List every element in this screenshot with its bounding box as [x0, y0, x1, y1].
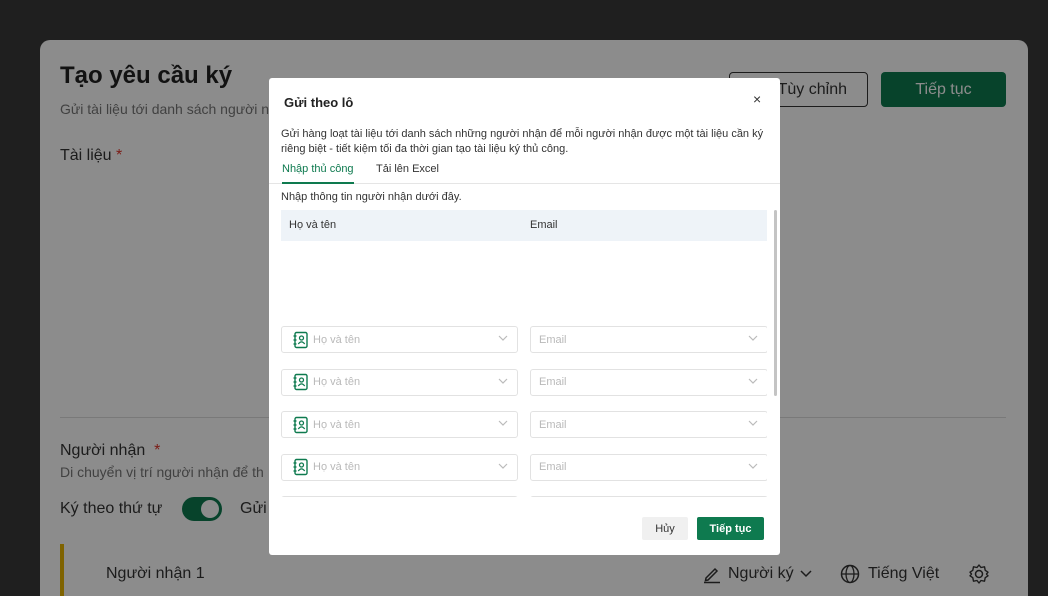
scrollbar[interactable]: [774, 210, 777, 396]
cancel-button[interactable]: Hủy: [642, 517, 688, 540]
table-row: Họ và tên Email: [281, 326, 767, 356]
name-placeholder: Họ và tên: [313, 333, 361, 346]
chevron-down-icon: [498, 463, 508, 469]
chevron-down-icon: [498, 420, 508, 427]
email-select[interactable]: Email: [530, 368, 767, 396]
email-placeholder: Email: [539, 376, 567, 389]
name-select[interactable]: Họ và tên: [281, 368, 518, 396]
dialog-description: Gửi hàng loạt tài liệu tới danh sách nhữ…: [281, 128, 764, 155]
contact-book-icon[interactable]: [292, 373, 310, 391]
name-placeholder: Họ và tên: [313, 376, 361, 389]
table-row: Họ và tên Email: [281, 411, 767, 441]
close-icon[interactable]: ×: [753, 91, 761, 107]
chevron-down-icon: [498, 335, 508, 341]
table-row: Họ và tên Email: [281, 368, 767, 399]
column-header-email: Email: [530, 219, 558, 231]
name-select[interactable]: Họ và tên: [281, 496, 518, 497]
tab-manual-entry[interactable]: Nhập thủ công: [282, 163, 354, 184]
email-placeholder: Email: [539, 418, 567, 431]
chevron-down-icon: [498, 378, 508, 384]
tab-bar: Nhập thủ công Tải lên Excel: [269, 162, 780, 184]
name-select[interactable]: Họ và tên: [281, 453, 518, 481]
name-select[interactable]: Họ và tên: [281, 326, 518, 353]
name-placeholder: Họ và tên: [313, 461, 361, 474]
email-placeholder: Email: [539, 461, 567, 474]
chevron-down-icon: [748, 463, 758, 469]
chevron-down-icon: [748, 378, 758, 384]
tab-excel-upload[interactable]: Tải lên Excel: [376, 163, 439, 184]
name-select[interactable]: Họ và tên: [281, 411, 518, 439]
dialog-title: Gửi theo lô: [284, 95, 354, 110]
contact-book-icon[interactable]: [292, 331, 310, 349]
recipient-rows: Họ và tên Email Họ và tên Email Họ và tên Ema…: [281, 241, 767, 497]
name-placeholder: Họ và tên: [313, 418, 361, 431]
contact-book-icon[interactable]: [292, 458, 310, 476]
email-select[interactable]: Email: [530, 411, 767, 439]
batch-send-dialog: Gửi theo lô × Gửi hàng loạt tài liệu tới…: [269, 78, 780, 555]
table-row: Họ và tên Email: [281, 453, 767, 484]
email-select[interactable]: Email: [530, 453, 767, 481]
table-row: Họ và tên Email: [281, 496, 767, 497]
next-button[interactable]: Tiếp tục: [697, 517, 764, 540]
email-select[interactable]: Email: [530, 326, 767, 353]
table-header: Họ và tên Email: [281, 210, 767, 241]
entry-hint: Nhập thông tin người nhận dưới đây.: [281, 191, 462, 203]
email-select[interactable]: Email: [530, 496, 767, 497]
chevron-down-icon: [748, 335, 758, 341]
column-header-name: Họ và tên: [289, 219, 337, 231]
contact-book-icon[interactable]: [292, 416, 310, 434]
email-placeholder: Email: [539, 333, 567, 346]
chevron-down-icon: [748, 420, 758, 427]
